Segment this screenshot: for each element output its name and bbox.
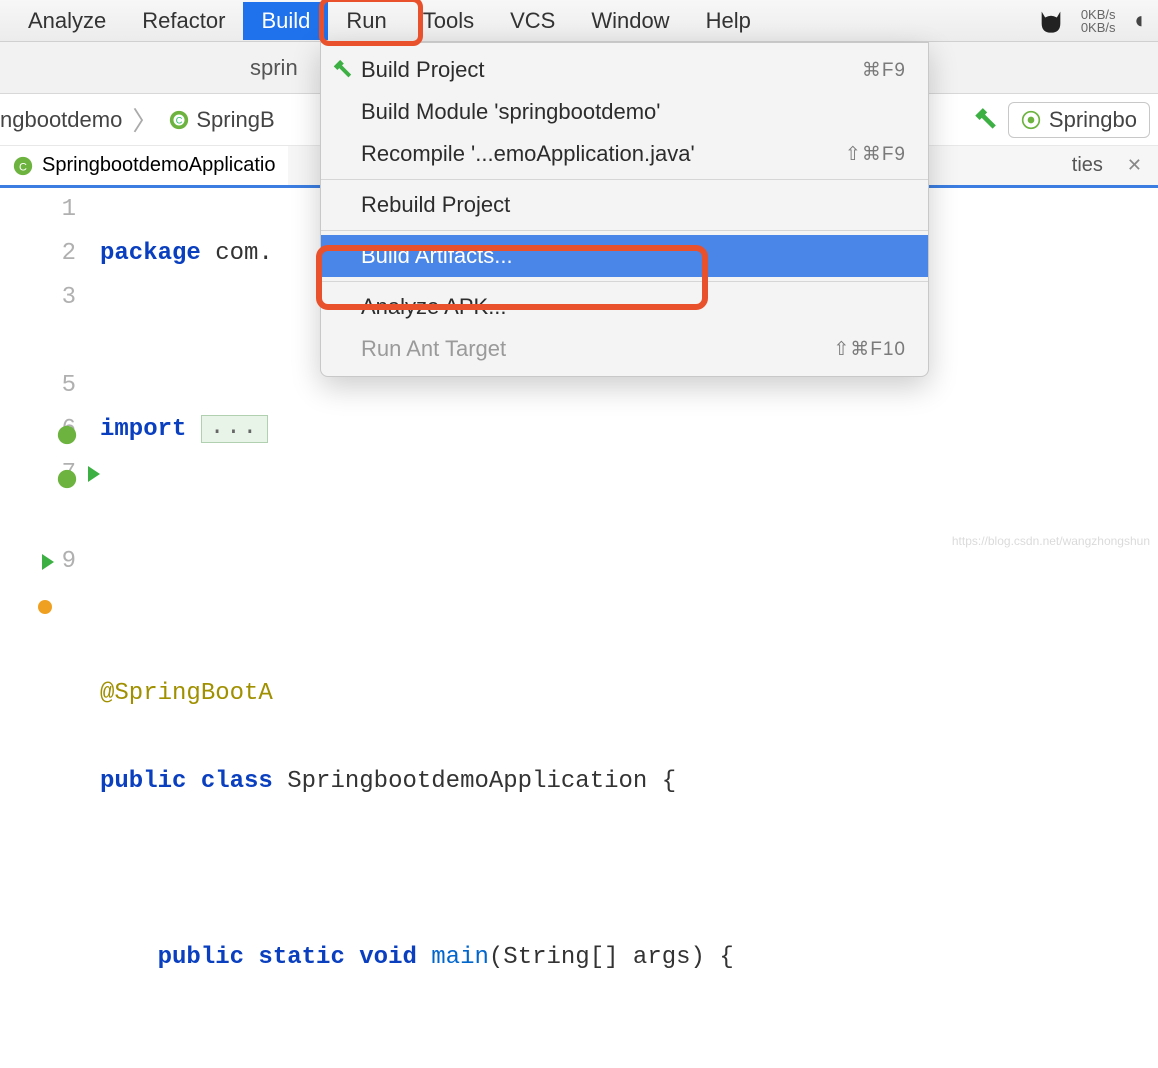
menu-separator <box>321 179 928 180</box>
svg-text:C: C <box>19 161 27 173</box>
run-configuration-selector[interactable]: Springbo <box>1008 102 1150 138</box>
arc-icon: ◖ <box>1132 7 1147 35</box>
menu-build-project[interactable]: Build Project ⌘F9 <box>321 49 928 91</box>
editor-tab-active[interactable]: C SpringbootdemoApplicatio <box>0 146 288 185</box>
toolbar-actions: Springbo <box>972 102 1150 138</box>
cat-icon <box>1037 7 1065 35</box>
menu-rebuild-project[interactable]: Rebuild Project <box>321 184 928 226</box>
menu-run-ant-target: Run Ant Target ⇧⌘F10 <box>321 328 928 370</box>
hammer-icon <box>331 59 353 81</box>
tab-close-icon[interactable]: ✕ <box>1111 155 1158 176</box>
run-gutter-icon[interactable] <box>88 466 100 482</box>
menu-tools[interactable]: Tools <box>405 2 492 40</box>
subbar-text: sprin <box>250 55 298 81</box>
tab-filename: SpringbootdemoApplicatio <box>42 154 276 177</box>
line-number: 9 <box>0 540 76 584</box>
menu-build-module[interactable]: Build Module 'springbootdemo' <box>321 91 928 133</box>
build-menu-dropdown: Build Project ⌘F9 Build Module 'springbo… <box>320 42 929 377</box>
breakpoint-indicator[interactable] <box>38 600 52 614</box>
run-config-label: Springbo <box>1049 107 1137 133</box>
menu-refactor[interactable]: Refactor <box>124 2 243 40</box>
net-down: 0KB/s <box>1081 21 1116 34</box>
menu-separator <box>321 281 928 282</box>
line-number: 1 <box>0 188 76 232</box>
line-number: 6 <box>0 408 76 452</box>
spring-gutter-icon[interactable] <box>56 419 78 441</box>
crumb-1[interactable]: ngbootdemo <box>0 107 122 133</box>
menu-help[interactable]: Help <box>688 2 769 40</box>
line-number: 2 <box>0 232 76 276</box>
menu-build-artifacts[interactable]: Build Artifacts... <box>321 235 928 277</box>
line-number: 3 <box>0 276 76 320</box>
shortcut: ⇧⌘F10 <box>833 338 906 361</box>
fold-ellipsis[interactable]: ... <box>201 415 268 443</box>
spring-boot-icon <box>1021 110 1041 130</box>
menu-analyze-apk[interactable]: Analyze APK... <box>321 286 928 328</box>
svg-text:C: C <box>176 115 183 125</box>
menu-build[interactable]: Build <box>243 2 328 40</box>
menu-run[interactable]: Run <box>328 2 404 40</box>
spring-class-icon: C <box>168 109 190 131</box>
menu-window[interactable]: Window <box>573 2 687 40</box>
line-number: 7 <box>0 452 76 496</box>
watermark: https://blog.csdn.net/wangzhongshun <box>952 534 1150 548</box>
network-stats: 0KB/s 0KB/s <box>1081 8 1116 34</box>
menu-analyze[interactable]: Analyze <box>10 2 124 40</box>
file-spring-icon: C <box>12 155 34 177</box>
menubar-right: 0KB/s 0KB/s ◖ <box>1037 7 1158 35</box>
spring-gutter-icon[interactable] <box>56 463 78 485</box>
line-number <box>0 320 76 364</box>
shortcut: ⌘F9 <box>862 59 906 82</box>
menu-separator <box>321 230 928 231</box>
chevron-right-icon: 〉 <box>128 101 162 138</box>
line-number: 5 <box>0 364 76 408</box>
line-number <box>0 496 76 540</box>
net-up: 0KB/s <box>1081 8 1116 21</box>
app-menubar: Analyze Refactor Build Run Tools VCS Win… <box>0 0 1158 42</box>
menu-recompile[interactable]: Recompile '...emoApplication.java' ⇧⌘F9 <box>321 133 928 175</box>
menu-vcs[interactable]: VCS <box>492 2 573 40</box>
crumb-2[interactable]: SpringB <box>196 107 274 133</box>
breadcrumb: ngbootdemo 〉 C SpringB <box>0 101 275 138</box>
shortcut: ⇧⌘F9 <box>845 143 906 166</box>
gutter: 1 2 3 5 6 7 9 <box>0 188 100 1068</box>
tab-suffix-label: ties <box>1072 154 1111 177</box>
run-gutter-icon[interactable] <box>42 554 54 570</box>
build-hammer-icon[interactable] <box>972 107 998 133</box>
